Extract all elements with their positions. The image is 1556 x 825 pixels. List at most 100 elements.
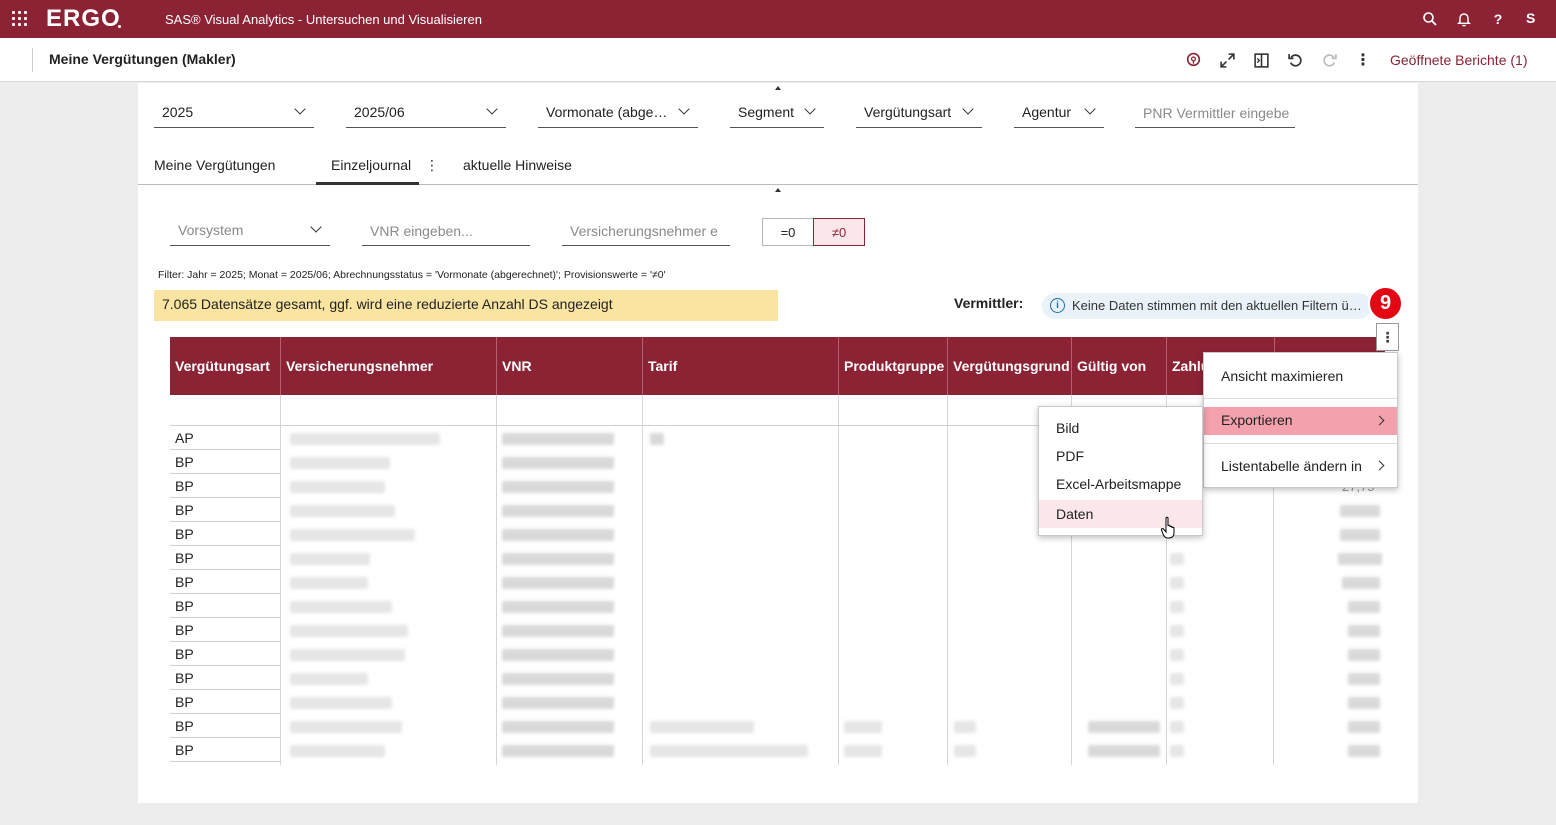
redacted-cell <box>1170 625 1184 637</box>
redacted-cell <box>1170 745 1184 757</box>
help-icon[interactable]: ? <box>1488 9 1508 29</box>
pnr-vermittler-input[interactable] <box>1135 98 1295 128</box>
chevron-right-icon <box>1374 460 1385 471</box>
export-submenu: Bild PDF Excel-Arbeitsmappe Daten <box>1038 406 1203 536</box>
redacted-cell <box>290 433 440 445</box>
redacted-cell <box>1348 673 1380 685</box>
redacted-cell <box>502 481 614 493</box>
search-icon[interactable] <box>1420 9 1440 29</box>
col-tarif[interactable]: Tarif <box>643 337 839 395</box>
pnr-vermittler-field[interactable] <box>1135 98 1295 127</box>
col-gueltig-von[interactable]: Gültig von <box>1072 337 1167 395</box>
redacted-cell <box>502 505 614 517</box>
report-header: Meine Vergütungen (Makler) ⋮ Geöffnete B… <box>0 38 1556 82</box>
redacted-cell <box>502 697 614 709</box>
menu-listentabelle-aendern[interactable]: Listentabelle ändern in <box>1204 451 1397 479</box>
table-row[interactable]: BP <box>170 738 280 762</box>
verguetungsart-value: Vergütungsart <box>864 104 952 120</box>
more-vert-icon[interactable]: ⋮ <box>1353 50 1373 70</box>
step-badge: 9 <box>1368 286 1403 321</box>
jahr-dropdown[interactable]: 2025 <box>154 98 314 128</box>
redacted-cell <box>502 745 614 757</box>
redacted-cell <box>1348 721 1380 733</box>
versicherungsnehmer-input[interactable] <box>562 216 730 246</box>
collapse-section-icon[interactable] <box>775 188 781 192</box>
versicherungsnehmer-field[interactable] <box>562 216 730 245</box>
segment-dropdown[interactable]: Segment <box>730 98 824 128</box>
segment-value: Segment <box>738 104 795 120</box>
menu-listentabelle-label: Listentabelle ändern in <box>1221 458 1362 474</box>
vnr-input[interactable] <box>362 216 530 246</box>
vorsystem-value: Vorsystem <box>178 222 244 238</box>
vorsystem-dropdown[interactable]: Vorsystem <box>170 216 330 246</box>
redacted-cell <box>954 721 976 733</box>
bell-icon[interactable] <box>1454 9 1474 29</box>
table-row[interactable]: BP <box>170 714 280 738</box>
redacted-cell <box>650 433 664 445</box>
table-row[interactable]: AP <box>170 426 280 450</box>
tab-aktuelle-hinweise[interactable]: aktuelle Hinweise <box>463 157 572 173</box>
toggle-equal-zero[interactable]: =0 <box>762 218 814 246</box>
export-excel[interactable]: Excel-Arbeitsmappe <box>1039 469 1202 497</box>
col-verguetungsart[interactable]: Vergütungsart <box>170 337 281 395</box>
table-row[interactable]: BP <box>170 594 280 618</box>
vnr-field[interactable] <box>362 216 530 245</box>
col-divider <box>280 395 281 765</box>
info-icon: i <box>1050 298 1065 313</box>
verguetungsart-dropdown[interactable]: Vergütungsart <box>856 98 982 128</box>
report-title: Meine Vergütungen (Makler) <box>49 51 236 67</box>
redacted-cell <box>650 721 754 733</box>
user-avatar[interactable]: S <box>1526 10 1535 26</box>
redacted-cell <box>502 721 614 733</box>
redo-icon[interactable] <box>1319 50 1339 70</box>
table-row[interactable]: BP <box>170 666 280 690</box>
vermittler-info-message: i Keine Daten stimmen mit den aktuellen … <box>1042 293 1372 319</box>
redacted-cell <box>1170 721 1184 733</box>
table-row[interactable]: BP <box>170 570 280 594</box>
object-menu-button[interactable]: ⋮ <box>1376 323 1399 351</box>
redacted-cell <box>502 433 614 445</box>
col-divider <box>838 395 839 765</box>
table-row[interactable]: BP <box>170 450 280 474</box>
abrechnungsstatus-dropdown[interactable]: Vormonate (abge… <box>538 98 698 128</box>
expand-icon[interactable] <box>1217 50 1237 70</box>
collapse-filters-icon[interactable] <box>775 86 781 90</box>
agentur-value: Agentur <box>1022 104 1072 120</box>
table-row[interactable]: BP <box>170 690 280 714</box>
col-produktgruppe[interactable]: Produktgruppe <box>839 337 948 395</box>
table-row[interactable]: BP <box>170 474 280 498</box>
tab-menu-icon[interactable]: ⋮ <box>425 157 439 174</box>
redacted-cell <box>1342 577 1380 589</box>
menu-ansicht-maximieren[interactable]: Ansicht maximieren <box>1204 353 1397 397</box>
abrechnungsstatus-value: Vormonate (abge… <box>546 104 668 120</box>
table-row[interactable]: BP <box>170 546 280 570</box>
col-verguetungsgrund[interactable]: Vergütungsgrund <box>948 337 1072 395</box>
redacted-cell <box>1348 697 1380 709</box>
table-row[interactable]: BP <box>170 642 280 666</box>
col-vnr[interactable]: VNR <box>497 337 643 395</box>
info-message-text: Keine Daten stimmen mit den aktuellen Fi… <box>1072 298 1362 313</box>
panel-icon[interactable] <box>1251 50 1271 70</box>
ergo-logo: ERGO <box>46 5 121 32</box>
menu-exportieren[interactable]: Exportieren <box>1204 407 1397 435</box>
open-reports-link[interactable]: Geöffnete Berichte (1) <box>1390 52 1527 68</box>
table-row[interactable]: BP <box>170 618 280 642</box>
export-bild[interactable]: Bild <box>1039 413 1202 441</box>
redacted-cell <box>844 721 882 733</box>
export-pdf[interactable]: PDF <box>1039 441 1202 469</box>
col-divider <box>947 395 948 765</box>
tab-meine-verguetungen[interactable]: Meine Vergütungen <box>154 157 275 173</box>
apps-grid-icon[interactable] <box>12 11 27 26</box>
table-row[interactable]: BP <box>170 522 280 546</box>
redacted-cell <box>1170 577 1184 589</box>
redacted-cell <box>1338 553 1382 565</box>
undo-icon[interactable] <box>1285 50 1305 70</box>
col-versicherungsnehmer[interactable]: Versicherungsnehmer <box>281 337 497 395</box>
agentur-dropdown[interactable]: Agentur <box>1014 98 1104 128</box>
tab-einzeljournal[interactable]: Einzeljournal <box>331 157 411 173</box>
toggle-not-equal-zero[interactable]: ≠0 <box>813 218 865 246</box>
pin-location-icon[interactable] <box>1183 50 1203 70</box>
redacted-cell <box>290 601 392 613</box>
monat-dropdown[interactable]: 2025/06 <box>346 98 506 128</box>
table-row[interactable]: BP <box>170 498 280 522</box>
